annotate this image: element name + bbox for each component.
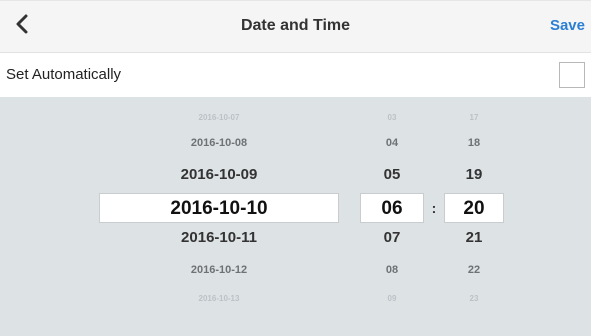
minute-option[interactable]: 23	[444, 291, 504, 307]
hour-option[interactable]: 08	[360, 260, 424, 280]
save-button[interactable]: Save	[550, 0, 585, 52]
hour-option[interactable]: 04	[360, 133, 424, 153]
minute-option[interactable]: 22	[444, 260, 504, 280]
top-bar	[0, 0, 591, 52]
date-time-picker: 2016-10-07 2016-10-08 2016-10-09 2016-10…	[0, 97, 591, 336]
set-automatically-label: Set Automatically	[6, 66, 122, 83]
set-automatically-row: Set Automatically	[0, 53, 591, 97]
selected-date[interactable]: 2016-10-10	[99, 193, 339, 223]
minute-wheel[interactable]: 17 18 19 20 21 22 23	[444, 97, 504, 336]
date-option[interactable]: 2016-10-11	[99, 226, 339, 250]
time-separator: :	[431, 200, 437, 216]
date-option[interactable]: 2016-10-12	[99, 260, 339, 280]
set-automatically-checkbox[interactable]	[559, 62, 585, 88]
minute-option[interactable]: 17	[444, 110, 504, 126]
minute-option[interactable]: 18	[444, 133, 504, 153]
minute-option[interactable]: 21	[444, 226, 504, 250]
selected-minute[interactable]: 20	[444, 193, 504, 223]
date-option[interactable]: 2016-10-08	[99, 133, 339, 153]
hour-option[interactable]: 05	[360, 163, 424, 187]
chevron-left-icon	[15, 14, 29, 39]
hour-option[interactable]: 09	[360, 291, 424, 307]
hour-option[interactable]: 03	[360, 110, 424, 126]
date-option[interactable]: 2016-10-07	[99, 110, 339, 126]
date-wheel[interactable]: 2016-10-07 2016-10-08 2016-10-09 2016-10…	[99, 97, 339, 336]
minute-option[interactable]: 19	[444, 163, 504, 187]
hour-wheel[interactable]: 03 04 05 06 07 08 09	[360, 97, 424, 336]
selected-hour[interactable]: 06	[360, 193, 424, 223]
back-button[interactable]	[8, 12, 36, 40]
date-option[interactable]: 2016-10-09	[99, 163, 339, 187]
hour-option[interactable]: 07	[360, 226, 424, 250]
date-option[interactable]: 2016-10-13	[99, 291, 339, 307]
